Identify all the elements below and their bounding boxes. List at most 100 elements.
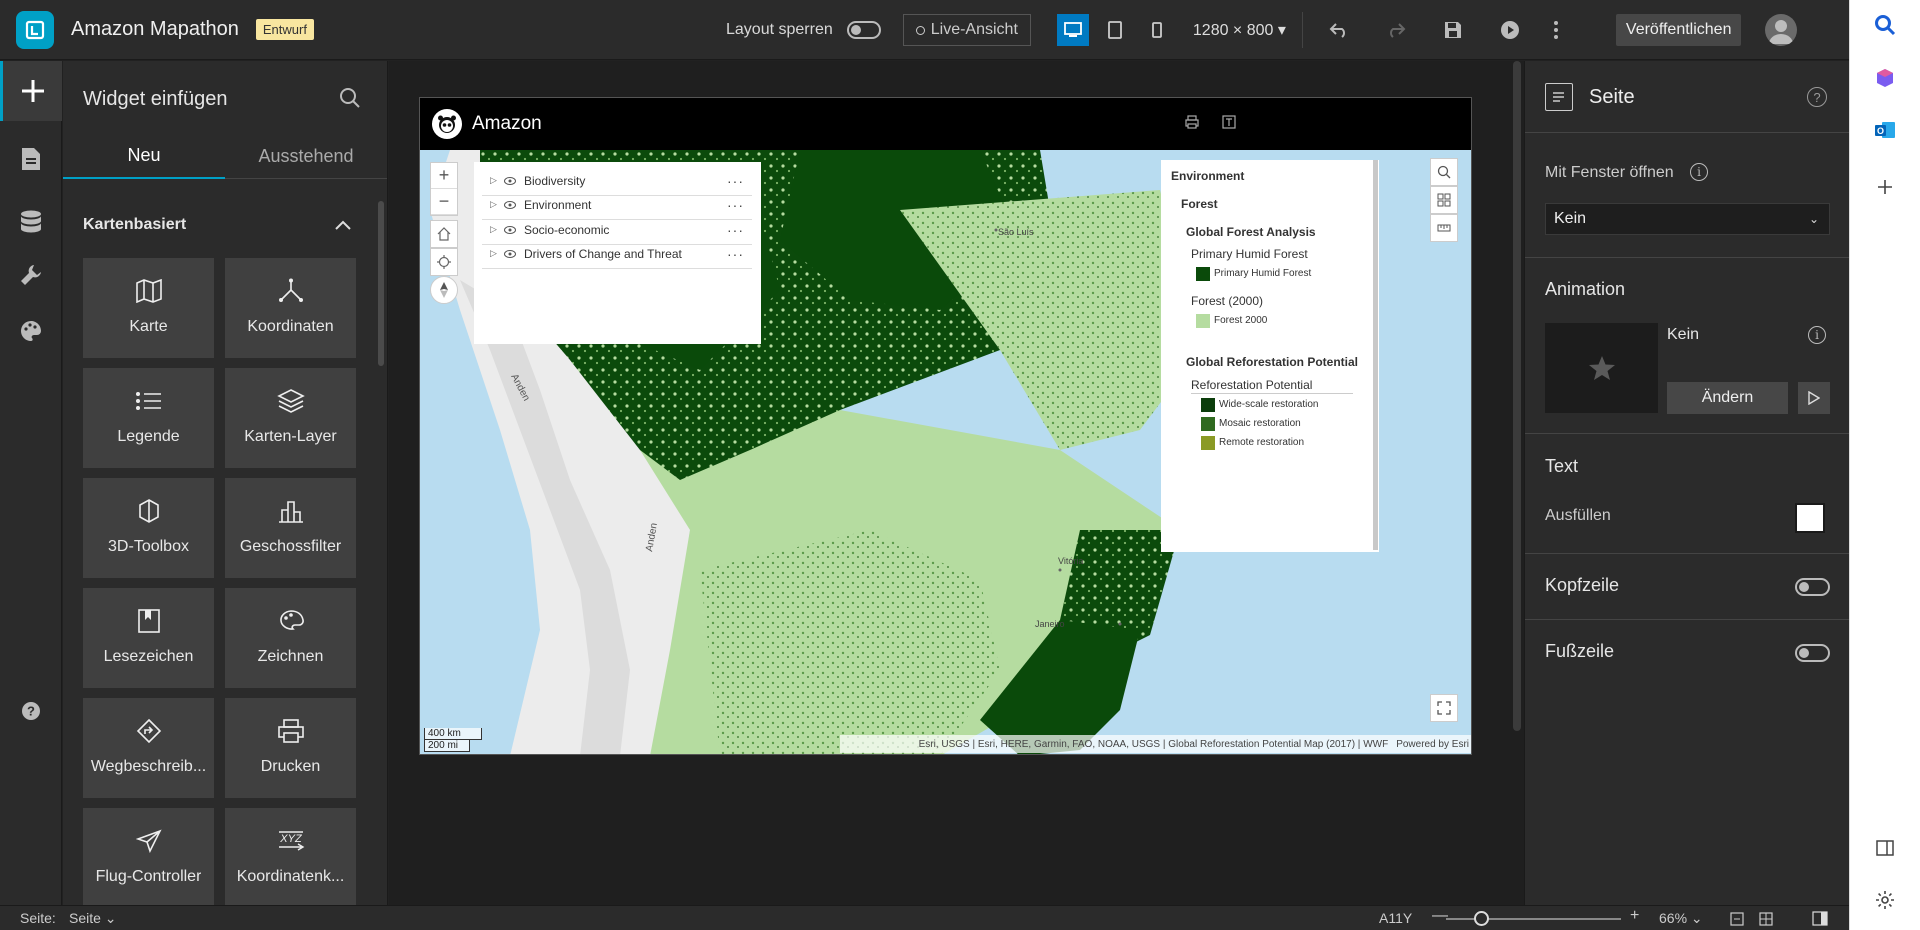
tab-new[interactable]: Neu bbox=[63, 133, 225, 179]
design-canvas[interactable]: Amazon Anden Anden São Luís Vitória Jane… bbox=[389, 61, 1524, 905]
widget-tile-directions[interactable]: Wegbeschreib... bbox=[83, 698, 214, 798]
expand-caret-icon[interactable]: ▷ bbox=[490, 199, 500, 210]
canvas-scrollbar[interactable] bbox=[1513, 61, 1521, 731]
widget-tile-floor-filter[interactable]: Geschossfilter bbox=[225, 478, 356, 578]
zoom-level-dropdown[interactable]: 66% ⌄ bbox=[1659, 910, 1703, 927]
layer-options-icon[interactable]: ··· bbox=[727, 173, 744, 189]
widget-panel-scrollbar[interactable] bbox=[378, 201, 384, 366]
info-icon[interactable]: i bbox=[1808, 326, 1826, 344]
save-button[interactable] bbox=[1433, 10, 1473, 50]
resolution-dropdown[interactable]: 1280 × 800 ▾ bbox=[1193, 20, 1286, 40]
fullscreen-button[interactable] bbox=[1430, 694, 1458, 722]
open-with-window-select[interactable]: Kein ⌄ bbox=[1545, 203, 1830, 235]
layer-options-icon[interactable]: ··· bbox=[727, 246, 744, 262]
sidebar-toggle-icon[interactable] bbox=[1872, 835, 1898, 861]
legend-scrollbar[interactable] bbox=[1373, 160, 1378, 550]
app-logo-icon[interactable] bbox=[16, 10, 54, 49]
settings-gear-icon[interactable] bbox=[1872, 887, 1898, 913]
widget-tile-coordinate-conversion[interactable]: XYZ Koordinatenk... bbox=[225, 808, 356, 905]
change-animation-button[interactable]: Ändern bbox=[1667, 382, 1788, 414]
layer-options-icon[interactable]: ··· bbox=[727, 197, 744, 213]
help-icon[interactable]: ? bbox=[1807, 87, 1827, 107]
copilot-icon[interactable] bbox=[1872, 65, 1898, 91]
page-selector[interactable]: Seite ⌄ bbox=[69, 910, 117, 927]
widget-tile-bookmarks[interactable]: Lesezeichen bbox=[83, 588, 214, 688]
page-frame[interactable]: Amazon Anden Anden São Luís Vitória Jane… bbox=[419, 97, 1472, 755]
fit-to-width-icon[interactable] bbox=[1730, 912, 1744, 929]
locate-button[interactable] bbox=[430, 248, 458, 276]
visibility-eye-icon[interactable] bbox=[504, 198, 518, 212]
section-map-based[interactable]: Kartenbasiert bbox=[83, 216, 186, 234]
widget-tile-map-layers[interactable]: Karten-Layer bbox=[225, 368, 356, 468]
more-vertical-icon bbox=[1553, 21, 1558, 39]
play-animation-button[interactable] bbox=[1798, 382, 1830, 414]
widget-tile-fly-controller[interactable]: Flug-Controller bbox=[83, 808, 214, 905]
live-view-button[interactable]: Live-Ansicht bbox=[902, 14, 1031, 46]
app-title[interactable]: Amazon Mapathon bbox=[71, 18, 239, 41]
basemap-gallery-button[interactable] bbox=[1430, 186, 1458, 214]
rail-theme[interactable] bbox=[0, 301, 62, 361]
animation-preview-thumbnail[interactable] bbox=[1545, 323, 1658, 413]
widget-tile-map[interactable]: Karte bbox=[83, 258, 214, 358]
zoom-out-button[interactable]: − bbox=[431, 189, 457, 215]
outlook-icon[interactable]: O bbox=[1872, 117, 1898, 143]
add-icon[interactable] bbox=[1872, 174, 1898, 200]
user-avatar[interactable] bbox=[1765, 14, 1798, 46]
widget-tile-draw[interactable]: Zeichnen bbox=[225, 588, 356, 688]
undo-button[interactable] bbox=[1319, 10, 1359, 50]
visibility-eye-icon[interactable] bbox=[504, 174, 518, 188]
desktop-device-button[interactable] bbox=[1056, 14, 1089, 46]
page-title[interactable]: Amazon bbox=[472, 113, 542, 135]
divider bbox=[1525, 553, 1850, 554]
phone-device-button[interactable] bbox=[1141, 14, 1173, 46]
collapse-section-button[interactable] bbox=[335, 217, 351, 235]
text-widget-button[interactable] bbox=[1222, 115, 1236, 134]
zoom-in-button[interactable]: + bbox=[431, 163, 457, 189]
search-icon[interactable] bbox=[1872, 12, 1898, 38]
visibility-eye-icon[interactable] bbox=[504, 223, 518, 237]
rail-tools[interactable] bbox=[0, 245, 62, 305]
redo-button[interactable] bbox=[1376, 10, 1416, 50]
rail-insert-widget[interactable] bbox=[0, 61, 62, 121]
zoom-slider-thumb[interactable] bbox=[1473, 911, 1489, 926]
footer-toggle[interactable] bbox=[1795, 644, 1830, 662]
fit-to-screen-icon[interactable] bbox=[1759, 912, 1773, 929]
expand-caret-icon[interactable]: ▷ bbox=[490, 248, 500, 259]
tablet-device-button[interactable] bbox=[1099, 14, 1131, 46]
layer-options-icon[interactable]: ··· bbox=[727, 222, 744, 238]
accessibility-button[interactable]: A11Y bbox=[1379, 910, 1412, 926]
expand-caret-icon[interactable]: ▷ bbox=[490, 224, 500, 235]
tab-pending[interactable]: Ausstehend bbox=[225, 133, 387, 179]
more-options-button[interactable] bbox=[1536, 10, 1576, 50]
rail-data[interactable] bbox=[0, 192, 62, 252]
rail-pages[interactable] bbox=[0, 129, 62, 189]
zoom-out-button[interactable]: — bbox=[1432, 907, 1448, 925]
widget-tile-legend[interactable]: Legende bbox=[83, 368, 214, 468]
header-toggle[interactable] bbox=[1795, 578, 1830, 596]
publish-button[interactable]: Veröffentlichen bbox=[1615, 14, 1742, 46]
rail-help[interactable]: ? bbox=[0, 681, 62, 741]
zoom-slider-track[interactable] bbox=[1446, 918, 1621, 920]
lock-layout-toggle[interactable] bbox=[846, 21, 881, 39]
powered-by-esri[interactable]: Powered by Esri bbox=[1396, 739, 1469, 750]
map-widget[interactable]: Anden Anden São Luís Vitória Janeiro + − bbox=[420, 150, 1471, 754]
print-page-button[interactable] bbox=[1185, 115, 1199, 134]
widget-tile-print[interactable]: Drucken bbox=[225, 698, 356, 798]
page-header[interactable]: Amazon bbox=[420, 98, 1471, 150]
map-search-button[interactable] bbox=[1430, 158, 1458, 186]
fill-label: Ausfüllen bbox=[1545, 507, 1611, 524]
measure-button[interactable] bbox=[1430, 214, 1458, 242]
info-icon[interactable]: i bbox=[1690, 163, 1708, 181]
zoom-in-button[interactable]: + bbox=[1630, 907, 1639, 925]
fill-color-picker[interactable] bbox=[1795, 503, 1825, 533]
expand-caret-icon[interactable]: ▷ bbox=[490, 175, 500, 186]
widget-tile-coordinates[interactable]: Koordinaten bbox=[225, 258, 356, 358]
home-button[interactable] bbox=[430, 220, 458, 248]
compass-button[interactable] bbox=[430, 276, 458, 304]
panel-toggle-icon[interactable] bbox=[1812, 911, 1828, 929]
widget-search-button[interactable] bbox=[339, 87, 361, 114]
preview-button[interactable] bbox=[1490, 10, 1530, 50]
visibility-eye-icon[interactable] bbox=[504, 247, 518, 261]
widget-tile-3d-toolbox[interactable]: 3D-Toolbox bbox=[83, 478, 214, 578]
layer-item-drivers-of-change[interactable]: ▷ Drivers of Change and Threat ··· bbox=[482, 239, 752, 269]
